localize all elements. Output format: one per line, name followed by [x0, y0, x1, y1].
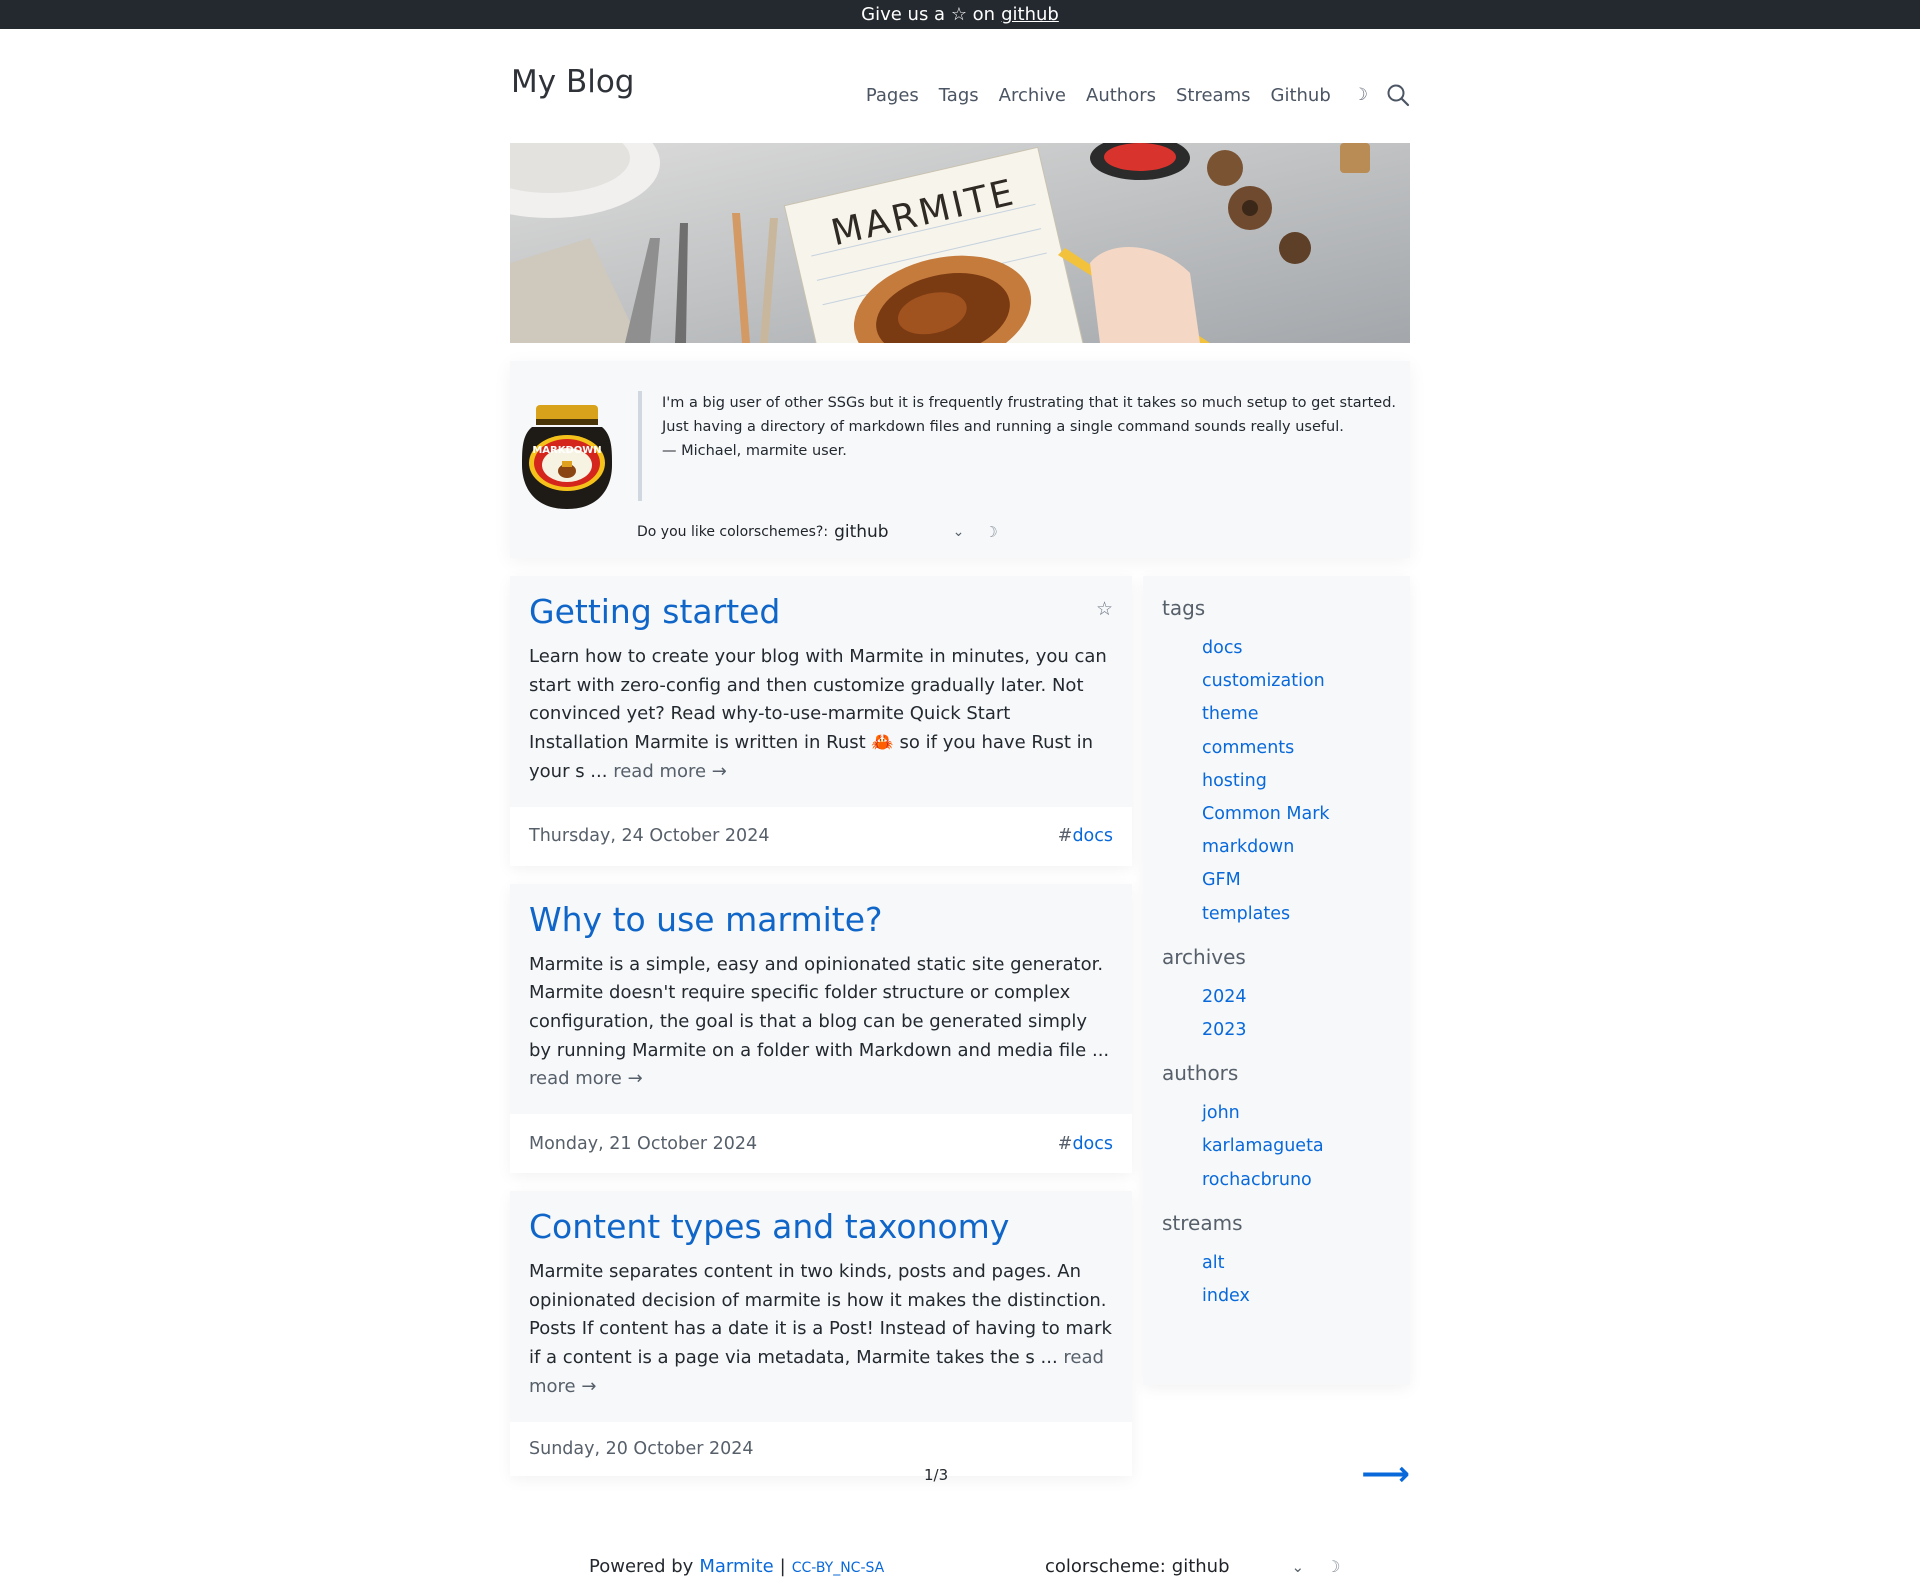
quote-line-3: — Michael, marmite user. — [662, 443, 847, 459]
post-date: Thursday, 24 October 2024 — [529, 826, 770, 847]
post-excerpt: Marmite separates content in two kinds, … — [529, 1261, 1112, 1397]
powered-by: Powered by Marmite | CC-BY_NC-SA — [589, 1556, 884, 1577]
moon-icon[interactable]: ☽ — [984, 523, 997, 541]
pagination: 1/3 ⟶ — [510, 1426, 1410, 1556]
post-list: ☆ Getting started Learn how to create yo… — [510, 576, 1132, 1494]
post-tag: #docs — [1057, 1133, 1113, 1154]
announcement-bar: Give us a ☆ on github — [0, 0, 1920, 29]
footer-colorscheme-selector: colorscheme: github ⌄ ☽ — [1045, 1556, 1340, 1577]
quote-line-2: Just having a directory of markdown file… — [662, 419, 1344, 435]
tag-link[interactable]: theme — [1202, 698, 1391, 731]
next-page-arrow-icon[interactable]: ⟶ — [1361, 1454, 1410, 1494]
tag-link[interactable]: comments — [1202, 732, 1391, 765]
post-footer: Monday, 21 October 2024 #docs — [510, 1114, 1132, 1174]
colorscheme-select[interactable]: github — [834, 522, 889, 542]
tag-link[interactable]: markdown — [1202, 831, 1391, 864]
post-title[interactable]: Getting started — [529, 592, 780, 631]
marmite-link[interactable]: Marmite — [699, 1556, 773, 1577]
chevron-down-icon[interactable]: ⌄ — [1292, 1558, 1305, 1576]
tag-link[interactable]: templates — [1202, 898, 1391, 931]
footer-separator: | — [779, 1556, 786, 1577]
quote-line-1: I'm a big user of other SSGs but it is f… — [662, 395, 1397, 411]
colorscheme-selector: Do you like colorschemes?: github ⌄ ☽ — [637, 522, 998, 542]
post-footer: Thursday, 24 October 2024 #docs — [510, 806, 1132, 866]
stream-link[interactable]: index — [1202, 1280, 1391, 1313]
post-date: Monday, 21 October 2024 — [529, 1133, 758, 1154]
star-icon[interactable]: ☆ — [1096, 598, 1113, 620]
testimonial-quote: I'm a big user of other SSGs but it is f… — [638, 391, 1396, 501]
post-title[interactable]: Why to use marmite? — [529, 900, 883, 939]
site-title[interactable]: My Blog — [511, 64, 634, 100]
page-container: My Blog Pages Tags Archive Authors Strea… — [510, 29, 1410, 1579]
tag-link[interactable]: hosting — [1202, 765, 1391, 798]
tag-link[interactable]: Common Mark — [1202, 798, 1391, 831]
moon-icon[interactable]: ☽ — [1326, 1557, 1340, 1576]
jar-label: MARKDOWN — [532, 445, 601, 456]
site-header: My Blog Pages Tags Archive Authors Strea… — [510, 29, 1410, 143]
marmite-jar-logo: MARKDOWN — [522, 405, 612, 509]
nav-github[interactable]: Github — [1271, 85, 1331, 106]
streams-heading: streams — [1162, 1210, 1243, 1235]
chevron-down-icon[interactable]: ⌄ — [953, 524, 965, 540]
page-indicator: 1/3 — [924, 1466, 949, 1484]
nav-tags[interactable]: Tags — [939, 85, 979, 106]
tag-link[interactable]: GFM — [1202, 864, 1391, 897]
nav-authors[interactable]: Authors — [1086, 85, 1156, 106]
announcement-github-link[interactable]: github — [1001, 4, 1059, 25]
authors-list: john karlamagueta rochacbruno — [1202, 1097, 1391, 1197]
nav-pages[interactable]: Pages — [866, 85, 919, 106]
search-icon[interactable] — [1386, 83, 1410, 107]
archive-link[interactable]: 2023 — [1202, 1014, 1391, 1047]
tag-link[interactable]: customization — [1202, 665, 1391, 698]
author-link[interactable]: karlamagueta — [1202, 1130, 1391, 1163]
tags-list: docs customization theme comments hostin… — [1202, 632, 1391, 931]
archives-heading: archives — [1162, 944, 1246, 969]
post-tag-link[interactable]: docs — [1072, 1134, 1113, 1154]
authors-heading: authors — [1162, 1061, 1239, 1086]
archives-list: 2024 2023 — [1202, 981, 1391, 1047]
license-link[interactable]: CC-BY_NC-SA — [792, 1560, 885, 1576]
announcement-text: Give us a ☆ on — [861, 4, 996, 25]
nav-archive[interactable]: Archive — [999, 85, 1066, 106]
post-card: Why to use marmite? Marmite is a simple,… — [510, 883, 1132, 1174]
read-more-link[interactable]: read more → — [613, 761, 727, 782]
tag-link[interactable]: docs — [1202, 632, 1391, 665]
banner-image: MARMITE — [510, 143, 1410, 343]
powered-by-label: Powered by — [589, 1556, 694, 1577]
main-nav: Pages Tags Archive Authors Streams Githu… — [846, 83, 1410, 107]
post-tag-link[interactable]: docs — [1072, 826, 1113, 846]
site-footer: Powered by Marmite | CC-BY_NC-SA colorsc… — [510, 1556, 1410, 1579]
author-link[interactable]: rochacbruno — [1202, 1164, 1391, 1197]
read-more-link[interactable]: read more → — [529, 1068, 643, 1089]
hero-card: MARKDOWN I'm a big user of other SSGs bu… — [510, 361, 1410, 558]
post-excerpt: Learn how to create your blog with Marmi… — [529, 646, 1107, 782]
footer-colorscheme-select[interactable]: github — [1172, 1556, 1230, 1577]
post-card: ☆ Getting started Learn how to create yo… — [510, 576, 1132, 866]
post-tag: #docs — [1057, 826, 1113, 847]
archive-link[interactable]: 2024 — [1202, 981, 1391, 1014]
sidebar: tags docs customization theme comments h… — [1143, 576, 1410, 1385]
stream-link[interactable]: alt — [1202, 1247, 1391, 1280]
colorscheme-label: Do you like colorschemes?: — [637, 524, 829, 540]
streams-list: alt index — [1202, 1247, 1391, 1313]
author-link[interactable]: john — [1202, 1097, 1391, 1130]
tags-heading: tags — [1162, 596, 1206, 620]
main-content: ☆ Getting started Learn how to create yo… — [510, 576, 1410, 1476]
post-title[interactable]: Content types and taxonomy — [529, 1207, 1009, 1246]
moon-icon[interactable]: ☽ — [1353, 85, 1368, 105]
footer-colorscheme-label: colorscheme: — [1045, 1556, 1166, 1577]
post-excerpt: Marmite is a simple, easy and opinionate… — [529, 953, 1110, 1090]
nav-streams[interactable]: Streams — [1176, 85, 1251, 106]
